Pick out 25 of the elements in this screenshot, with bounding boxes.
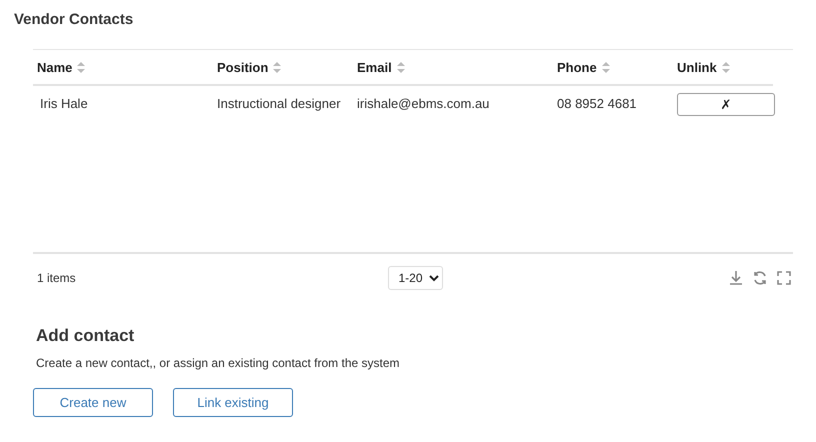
page-title: Vendor Contacts bbox=[14, 10, 134, 30]
sort-icon[interactable] bbox=[602, 62, 610, 72]
item-count: 1 items bbox=[37, 271, 77, 285]
page-size-select[interactable]: 1-20 bbox=[388, 266, 442, 290]
table-cell: Instructional designer bbox=[217, 96, 341, 111]
column-header[interactable]: Position bbox=[217, 60, 268, 74]
column-header[interactable]: Phone bbox=[557, 60, 597, 74]
column-header[interactable]: Name bbox=[37, 60, 72, 74]
refresh-icon[interactable] bbox=[751, 269, 769, 287]
section-description: Create a new contact,, or assign an existing contact from the system bbox=[36, 356, 401, 370]
link-existing-button[interactable]: Link existing bbox=[173, 388, 293, 417]
table-cell: 08 8952 4681 bbox=[557, 96, 637, 111]
sort-icon[interactable] bbox=[722, 62, 730, 72]
sort-icon[interactable] bbox=[396, 62, 405, 72]
unlink-button[interactable]: ✗ bbox=[677, 92, 775, 116]
create-new-button[interactable]: Create new bbox=[33, 388, 153, 417]
fullscreen-icon[interactable] bbox=[775, 269, 793, 287]
table-cell-text: Iris Hale bbox=[39, 96, 88, 111]
column-header[interactable]: Unlink bbox=[677, 60, 717, 74]
column-header[interactable]: Email bbox=[357, 60, 392, 74]
sort-icon[interactable] bbox=[273, 62, 282, 72]
sort-icon[interactable] bbox=[77, 62, 86, 72]
section-title: Add contact bbox=[36, 326, 136, 346]
table-cell: irishale@ebms.com.au bbox=[357, 96, 490, 111]
download-icon[interactable] bbox=[727, 269, 745, 287]
